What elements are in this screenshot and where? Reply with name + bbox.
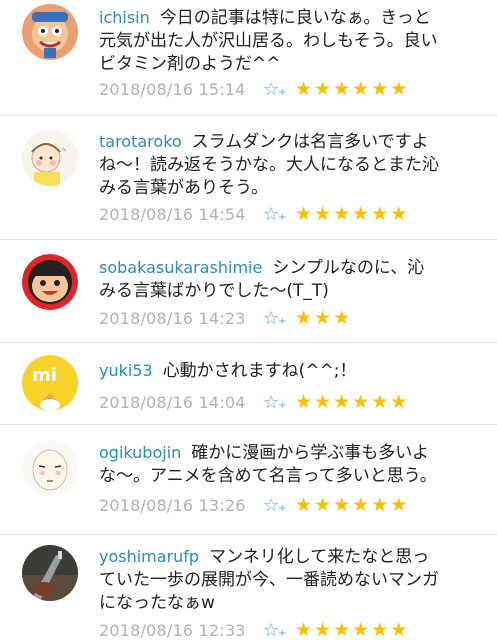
sketch-face-avatar-icon[interactable] <box>22 440 78 496</box>
filled-star-icon: ★ <box>371 618 389 640</box>
star-plus-icon[interactable]: ☆ + <box>263 79 295 100</box>
filled-star-icon: ★ <box>314 306 332 329</box>
comment-meta: 2018/08/16 14:23 ☆ + ★ ★ ★ <box>99 307 350 329</box>
filled-star-icon: ★ <box>333 493 351 516</box>
cartoon-face-avatar-icon[interactable] <box>22 254 78 310</box>
filled-star-icon: ★ <box>390 493 408 516</box>
filled-star-icon: ★ <box>295 306 313 329</box>
filled-star-icon: ★ <box>371 202 389 225</box>
comment-text-block: yuki53 心動かされますね(^^;！ <box>99 359 439 383</box>
filled-star-icon: ★ <box>333 306 351 329</box>
filled-star-icon: ★ <box>314 77 332 100</box>
rating-stars: ★ ★ ★ ★ ★ ★ <box>295 618 408 640</box>
filled-star-icon: ★ <box>390 618 408 640</box>
filled-star-icon: ★ <box>390 77 408 100</box>
username-link[interactable]: ogikubojin <box>99 443 181 462</box>
timestamp: 2018/08/16 15:14 <box>99 79 246 99</box>
comment-meta: 2018/08/16 14:04 ☆ + ★ ★ ★ ★ ★ ★ <box>99 391 407 413</box>
guitar-photo-avatar-icon[interactable] <box>22 545 78 601</box>
comment-text-block: ogikubojin 確かに漫画から学ぶ事も多いよな〜。アニメを含めて名言って多い… <box>99 441 439 488</box>
username-link[interactable]: ichisin <box>99 8 150 27</box>
rating-stars: ★ ★ ★ <box>295 306 351 329</box>
filled-star-icon: ★ <box>390 390 408 413</box>
timestamp: 2018/08/16 12:33 <box>99 620 246 640</box>
comment-item: mi yuki53 心動かされますね(^^;！ 2018/08/16 14:04 … <box>0 343 497 425</box>
filled-star-icon: ★ <box>295 390 313 413</box>
comment-meta: 2018/08/16 13:26 ☆ + ★ ★ ★ ★ ★ ★ <box>99 494 407 516</box>
rating-stars: ★ ★ ★ ★ ★ ★ <box>295 390 408 413</box>
filled-star-icon: ★ <box>333 77 351 100</box>
comment-text-block: yoshimarufp マンネリ化して来たなと思っていた一歩の展開が今、一番読めな… <box>99 545 439 615</box>
filled-star-icon: ★ <box>333 618 351 640</box>
filled-star-icon: ★ <box>352 493 370 516</box>
comment-text-block: sobakasukarashimie シンプルなのに、沁みる言葉ばかりでした〜(T… <box>99 256 439 303</box>
filled-star-icon: ★ <box>314 390 332 413</box>
filled-star-icon: ★ <box>295 493 313 516</box>
timestamp: 2018/08/16 14:54 <box>99 204 246 224</box>
comment-item: sobakasukarashimie シンプルなのに、沁みる言葉ばかりでした〜(T… <box>0 240 497 343</box>
rating-stars: ★ ★ ★ ★ ★ ★ <box>295 202 408 225</box>
filled-star-icon: ★ <box>295 618 313 640</box>
star-plus-icon[interactable]: ☆ + <box>263 308 295 329</box>
username-link[interactable]: tarotaroko <box>99 132 182 151</box>
yellow-mi-chick-avatar-icon[interactable]: mi <box>22 355 78 411</box>
username-link[interactable]: yuki53 <box>99 361 153 380</box>
filled-star-icon: ★ <box>333 390 351 413</box>
timestamp: 2018/08/16 14:04 <box>99 392 246 412</box>
timestamp: 2018/08/16 13:26 <box>99 495 246 515</box>
comment-meta: 2018/08/16 14:54 ☆ + ★ ★ ★ ★ ★ ★ <box>99 203 407 225</box>
star-plus-icon[interactable]: ☆ + <box>263 392 295 413</box>
filled-star-icon: ★ <box>352 390 370 413</box>
svg-text:✎: ✎ <box>62 147 67 154</box>
comment-item: yoshimarufp マンネリ化して来たなと思っていた一歩の展開が今、一番読めな… <box>0 535 497 640</box>
rating-stars: ★ ★ ★ ★ ★ ★ <box>295 493 408 516</box>
comment-text-block: ichisin 今日の記事は特に良いなぁ。きっと元気が出た人が沢山居る。わしもそう… <box>99 6 439 76</box>
timestamp: 2018/08/16 14:23 <box>99 308 246 328</box>
filled-star-icon: ★ <box>314 493 332 516</box>
wrestler-face-avatar-icon[interactable] <box>22 4 78 60</box>
username-link[interactable]: yoshimarufp <box>99 547 199 566</box>
star-plus-icon[interactable]: ☆ + <box>263 495 295 516</box>
comment-meta: 2018/08/16 15:14 ☆ + ★ ★ ★ ★ ★ ★ <box>99 78 407 100</box>
star-plus-icon[interactable]: ☆ + <box>263 620 295 640</box>
filled-star-icon: ★ <box>314 618 332 640</box>
filled-star-icon: ★ <box>352 618 370 640</box>
filled-star-icon: ★ <box>371 77 389 100</box>
comment-list: ichisin 今日の記事は特に良いなぁ。きっと元気が出た人が沢山居る。わしもそう… <box>0 0 497 640</box>
filled-star-icon: ★ <box>295 77 313 100</box>
filled-star-icon: ★ <box>371 390 389 413</box>
filled-star-icon: ★ <box>390 202 408 225</box>
child-drawing-avatar-icon[interactable]: ✎ <box>22 130 78 186</box>
comment-item: ✎ tarotaroko スラムダンクは名言多いですよね〜！読み返そうかな。大人に… <box>0 116 497 240</box>
comment-text-block: tarotaroko スラムダンクは名言多いですよね〜！読み返そうかな。大人になる… <box>99 130 439 200</box>
filled-star-icon: ★ <box>314 202 332 225</box>
filled-star-icon: ★ <box>371 493 389 516</box>
comment-meta: 2018/08/16 12:33 ☆ + ★ ★ ★ ★ ★ ★ <box>99 619 407 640</box>
username-link[interactable]: sobakasukarashimie <box>99 258 262 277</box>
comment-item: ogikubojin 確かに漫画から学ぶ事も多いよな〜。アニメを含めて名言って多い… <box>0 425 497 535</box>
star-plus-icon[interactable]: ☆ + <box>263 204 295 225</box>
filled-star-icon: ★ <box>352 202 370 225</box>
filled-star-icon: ★ <box>352 77 370 100</box>
comment-body: 心動かされますね(^^;！ <box>162 361 357 381</box>
comment-item: ichisin 今日の記事は特に良いなぁ。きっと元気が出た人が沢山居る。わしもそう… <box>0 0 497 116</box>
filled-star-icon: ★ <box>333 202 351 225</box>
filled-star-icon: ★ <box>295 202 313 225</box>
svg-text:mi: mi <box>32 365 57 386</box>
rating-stars: ★ ★ ★ ★ ★ ★ <box>295 77 408 100</box>
